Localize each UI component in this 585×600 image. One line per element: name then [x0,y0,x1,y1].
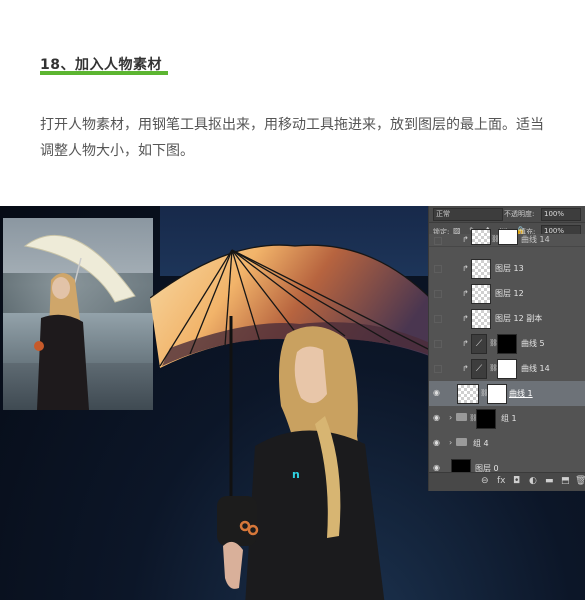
layer-name: 图层 12 副本 [495,314,543,323]
layer-name: 组 1 [501,414,517,423]
visibility-toggle-icon[interactable] [434,290,442,298]
blend-mode-select[interactable]: 正常 [433,208,503,221]
layer-row[interactable]: ↱ 图层 13 [429,256,585,282]
layer-row[interactable]: ↱ ⛓ 曲线 14 [429,229,585,247]
eye-icon[interactable]: ◉ [433,439,441,447]
layer-name: 图层 13 [495,264,524,273]
layer-row[interactable]: ↱ 图层 12 [429,281,585,307]
visibility-toggle-icon[interactable] [434,340,442,348]
layer-row[interactable]: ↱ 图层 12 副本 [429,306,585,332]
link-icon[interactable]: ⊖ [481,476,489,486]
layer-thumbnail [457,384,479,404]
layer-name: 曲线 14 [521,364,550,373]
layer-row[interactable]: ◉ › ⛓ 组 1 [429,406,585,432]
clip-arrow-icon: ↱ [462,364,469,373]
layer-row[interactable]: ↱ ⟋ ⛓ 曲线 5 [429,331,585,357]
clip-arrow-icon: ↱ [462,235,469,244]
layer-name: 曲线 1 [509,389,533,398]
reference-photo [3,218,153,410]
opacity-input[interactable]: 100% [541,208,581,221]
step-description: 打开人物素材，用钢笔工具抠出来，用移动工具拖进来，放到图层的最上面。适当调整人物… [40,117,544,159]
cutout-woman-figure [217,316,385,600]
visibility-toggle-icon[interactable] [434,237,442,245]
layer-row-selected[interactable]: ◉ ⛓ 曲线 1 [429,381,585,407]
layer-row[interactable]: ↱ ⟋ ⛓ 曲线 14 [429,356,585,382]
expand-arrow-icon[interactable]: › [449,438,452,447]
layers-panel: 正常 不透明度: 100% 锁定: ▨ ✎ ✥ ⬚ 🔒 填充: 100% ↱ ⛓… [428,206,585,491]
layer-row[interactable]: ◉ › 组 4 [429,431,585,457]
layer-name: 曲线 14 [521,235,550,244]
layer-thumbnail [471,284,491,304]
layer-name: 曲线 5 [521,339,545,348]
layer-name: 组 4 [473,439,489,448]
curves-adjustment-icon: ⟋ [471,359,487,379]
eye-icon[interactable]: ◉ [433,414,441,422]
layer-mask-thumbnail [498,229,518,245]
layer-thumbnail [471,309,491,329]
visibility-toggle-icon[interactable] [434,315,442,323]
clip-arrow-icon: ↱ [462,314,469,323]
folder-icon[interactable]: ▬ [545,476,554,486]
tutorial-screenshot: n 正常 不透明度: 100% 锁定: ▨ ✎ ✥ ⬚ 🔒 填充: 100% ↱… [0,206,585,600]
layer-mask-thumbnail [497,359,517,379]
layers-panel-footer: ⊖ fx ◘ ◐ ▬ ⬒ 🗑 [429,472,585,491]
fx-icon[interactable]: fx [497,476,506,486]
new-layer-icon[interactable]: ⬒ [561,476,570,486]
layer-mask-thumbnail [476,409,496,429]
layer-mask-thumbnail [497,334,517,354]
adjustment-icon[interactable]: ◐ [529,476,537,486]
expand-arrow-icon[interactable]: › [449,413,452,422]
step-title-underline [40,71,168,75]
layer-thumbnail [471,229,491,245]
layer-thumbnail [471,259,491,279]
clip-arrow-icon: ↱ [462,339,469,348]
layer-name: 图层 12 [495,289,524,298]
opacity-label: 不透明度: [504,210,535,218]
eye-icon[interactable]: ◉ [433,389,441,397]
eye-icon[interactable]: ◉ [433,464,441,472]
trash-icon[interactable]: 🗑 [575,476,585,486]
mask-icon[interactable]: ◘ [513,476,520,486]
curves-adjustment-icon: ⟋ [471,334,487,354]
layers-panel-header: 正常 不透明度: 100% [429,206,585,223]
layer-mask-thumbnail [487,384,507,404]
folder-icon [456,438,467,446]
visibility-toggle-icon[interactable] [434,265,442,273]
visibility-toggle-icon[interactable] [434,365,442,373]
reference-woman-with-umbrella [23,234,136,410]
cursor-glyph: n [292,468,300,481]
clip-arrow-icon: ↱ [462,289,469,298]
clip-arrow-icon: ↱ [462,264,469,273]
folder-icon [456,413,467,421]
